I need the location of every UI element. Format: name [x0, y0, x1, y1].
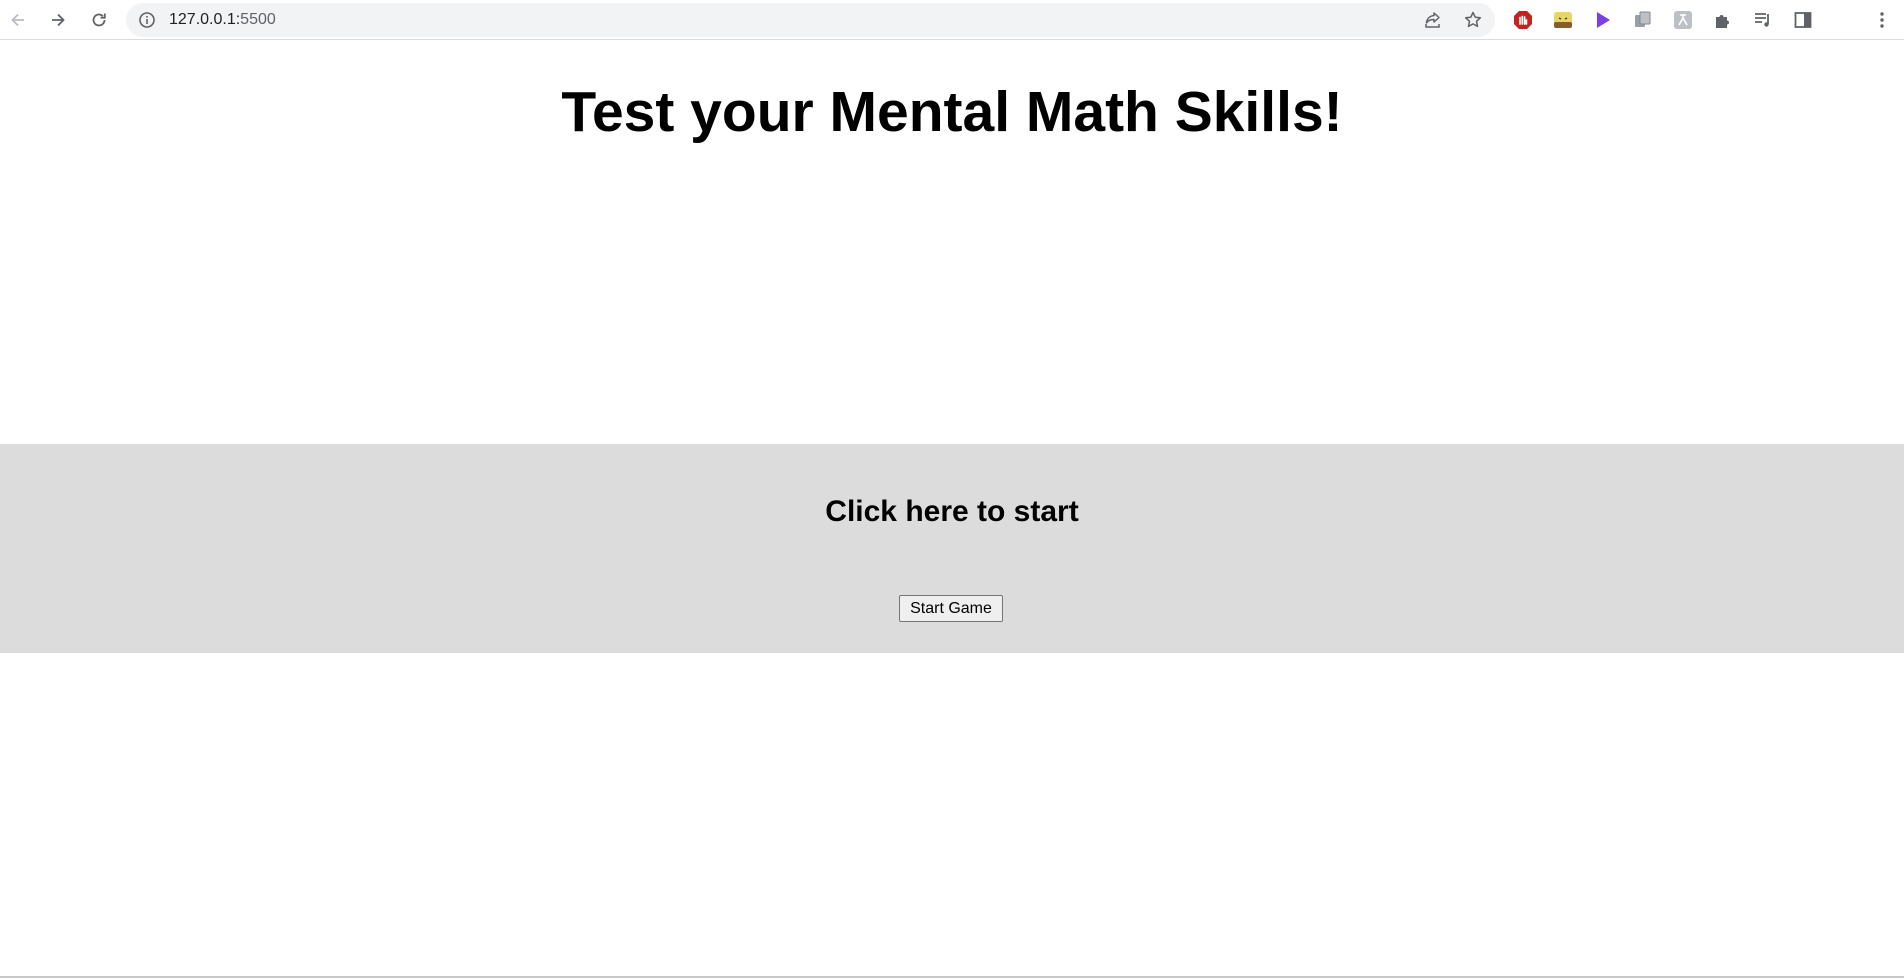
copy-extension-button[interactable] — [1630, 7, 1656, 33]
play-extension-button[interactable] — [1590, 7, 1616, 33]
forward-arrow-icon — [52, 13, 65, 27]
translate-extension-button[interactable] — [1670, 7, 1696, 33]
play-extension-icon — [1597, 12, 1610, 28]
browser-toolbar: 127.0.0.1:5500 — [0, 0, 1904, 40]
extensions-button[interactable] — [1710, 7, 1736, 33]
address-bar[interactable]: 127.0.0.1:5500 — [126, 3, 1495, 37]
start-game-button[interactable]: Start Game — [899, 595, 1003, 622]
reload-icon — [92, 13, 106, 27]
puzzle-icon — [1716, 15, 1729, 28]
page-content: Test your Mental Math Skills! Click here… — [0, 40, 1904, 976]
browser-menu-button[interactable] — [1869, 7, 1895, 33]
url-host: 127.0.0.1: — [169, 11, 241, 28]
start-panel: Click here to start Start Game — [0, 444, 1904, 653]
copy-extension-icon — [1635, 11, 1651, 27]
adblock-extension-icon — [1514, 11, 1532, 29]
side-panel-button[interactable] — [1790, 7, 1816, 33]
url-port: 5500 — [240, 11, 276, 28]
translate-extension-icon — [1674, 11, 1692, 29]
kebab-menu-icon — [1880, 12, 1884, 28]
back-arrow-icon — [11, 13, 24, 27]
media-queue-button[interactable] — [1750, 7, 1776, 33]
start-heading: Click here to start — [825, 495, 1079, 528]
url-text[interactable]: 127.0.0.1:5500 — [169, 11, 276, 29]
star-icon[interactable] — [1463, 10, 1483, 30]
share-icon[interactable] — [1423, 10, 1443, 30]
page-title: Test your Mental Math Skills! — [561, 80, 1343, 144]
emoji-extension-button[interactable] — [1550, 7, 1576, 33]
emoji-extension-icon — [1554, 12, 1572, 28]
forward-button[interactable] — [43, 5, 73, 35]
reload-button[interactable] — [84, 5, 114, 35]
media-queue-icon — [1755, 13, 1769, 27]
side-panel-icon — [1794, 12, 1812, 28]
adblock-extension-button[interactable] — [1510, 7, 1536, 33]
info-icon[interactable] — [138, 11, 156, 29]
back-button[interactable] — [3, 5, 33, 35]
